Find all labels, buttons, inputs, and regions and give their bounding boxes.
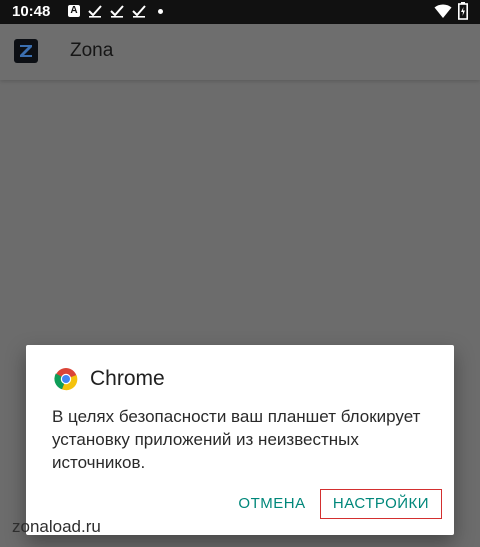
app-bar: Zona	[0, 24, 480, 80]
check-icon	[88, 5, 102, 18]
dot-icon	[158, 9, 163, 14]
dialog-message: В целях безопасности ваш планшет блокиру…	[52, 407, 421, 472]
dialog-title: Chrome	[90, 367, 165, 390]
watermark: zonaload.ru	[12, 517, 101, 536]
wifi-icon	[434, 4, 452, 18]
status-time: 10:48	[12, 3, 51, 20]
zona-logo-icon	[14, 39, 38, 63]
cancel-button[interactable]: ОТМЕНА	[234, 489, 310, 519]
status-bar: 10:48 A	[0, 0, 480, 24]
install-blocked-dialog: Chrome В целях безопасности ваш планшет …	[26, 345, 454, 535]
check-icon	[110, 5, 124, 18]
battery-icon	[458, 2, 468, 20]
chrome-icon	[54, 368, 78, 391]
app-title: Zona	[70, 40, 114, 61]
a-notification-icon: A	[68, 5, 80, 17]
check-icon	[132, 5, 146, 18]
settings-button[interactable]: НАСТРОЙКИ	[320, 489, 442, 519]
